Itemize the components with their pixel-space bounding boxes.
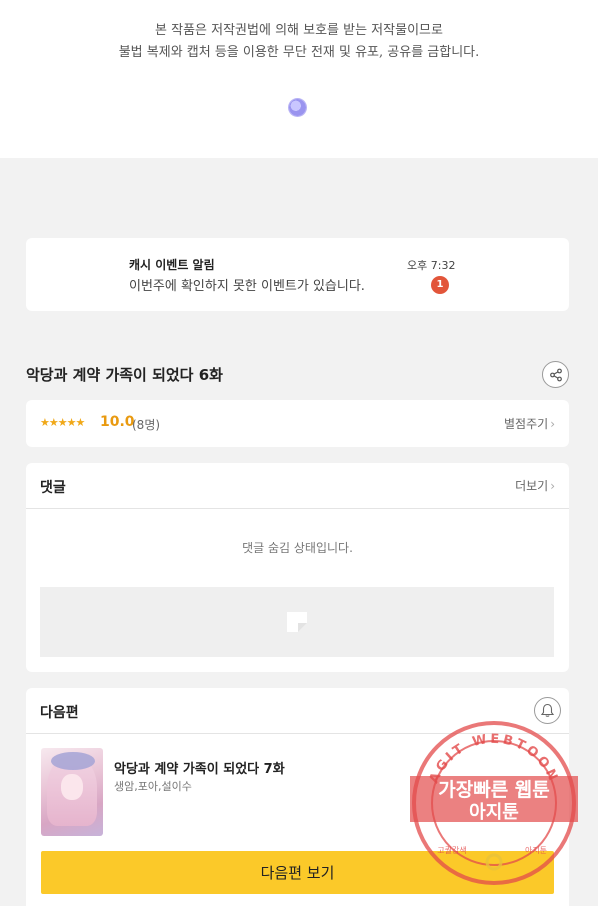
chevron-right-icon: › [550, 479, 555, 493]
thumbnail-art-bow [51, 752, 95, 770]
rate-button[interactable]: 별점주기 › [504, 415, 555, 432]
agit-webtoon-watermark: AGIT WEBTOON 가장빠른 웹툰 아지툰 고퀄감색 아지툰 [410, 721, 578, 885]
thumbnail-art-face [61, 774, 83, 800]
notice-line-1: 본 작품은 저작권법에 의해 보호를 받는 저작물이므로 [155, 23, 443, 38]
image-placeholder-icon [287, 612, 307, 632]
rating-card: ★★★★★ 10.0 (8명) 별점주기 › [26, 400, 569, 447]
rate-button-label: 별점주기 [504, 417, 549, 431]
comments-more-button[interactable]: 더보기 › [515, 477, 555, 494]
copyright-section: 본 작품은 저작권법에 의해 보호를 받는 저작물이므로 불법 복제와 캡처 등… [0, 0, 598, 158]
next-episode-heading: 다음편 [40, 705, 79, 721]
rating-count: (8명) [132, 418, 161, 432]
event-message: 이번주에 확인하지 못한 이벤트가 있습니다. [129, 279, 365, 294]
notice-line-2: 불법 복제와 캡처 등을 이용한 무단 전재 및 유포, 공유를 금합니다. [118, 45, 480, 60]
share-icon [549, 368, 562, 381]
bell-icon [540, 703, 555, 717]
rating-score: 10.0 [100, 414, 135, 430]
watermark-bottom-left: 고퀄감색 [437, 845, 466, 855]
comments-card: 댓글 더보기 › 댓글 숨김 상태입니다. [26, 463, 569, 672]
event-notification-card[interactable]: 캐시 이벤트 알림 오후 7:32 이번주에 확인하지 못한 이벤트가 있습니다… [26, 238, 569, 311]
star-rating: ★★★★★ [40, 416, 85, 429]
loading-dot-icon [289, 99, 306, 116]
comments-hidden-message: 댓글 숨김 상태입니다. [242, 541, 353, 555]
watermark-line-1: 가장빠른 웹툰 [438, 779, 550, 801]
next-episode-thumbnail[interactable] [41, 748, 103, 836]
event-title: 캐시 이벤트 알림 [129, 258, 215, 272]
next-episode-authors: 생암,포아,설이수 [114, 780, 192, 793]
share-button[interactable] [542, 361, 569, 388]
event-time: 오후 7:32 [407, 259, 456, 272]
copyright-notice: 본 작품은 저작권법에 의해 보호를 받는 저작물이므로 불법 복제와 캡처 등… [0, 20, 598, 64]
watermark-line-2: 아지툰 [469, 802, 519, 823]
next-episode-title[interactable]: 악당과 계약 가족이 되었다 7화 [114, 758, 285, 777]
chevron-right-icon: › [550, 417, 555, 431]
unread-badge: 1 [431, 276, 449, 294]
comments-more-label: 더보기 [515, 479, 549, 493]
watermark-bottom-right: 아지툰 [525, 845, 547, 855]
episode-title: 악당과 계약 가족이 되었다 6화 [26, 366, 223, 384]
comments-title: 댓글 [40, 480, 66, 496]
divider [26, 508, 569, 509]
ad-placeholder[interactable] [40, 587, 554, 657]
